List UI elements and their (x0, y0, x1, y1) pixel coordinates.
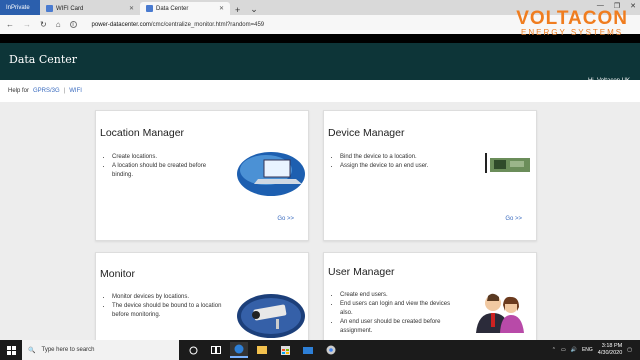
list-item: The device should be bound to a location… (112, 302, 227, 320)
separator: | (63, 88, 66, 94)
card-list: Create end users. End users can login an… (340, 291, 460, 336)
forward-icon[interactable]: → (23, 20, 31, 29)
device-illustration (485, 153, 530, 173)
back-icon[interactable]: ← (6, 20, 14, 29)
list-item: A location should be created before bind… (112, 162, 227, 180)
page-icon (146, 5, 153, 12)
list-item: End users can login and view the devices… (340, 300, 460, 318)
url-path: /cmc/centralize_monitor.html?random=459 (150, 21, 265, 28)
card-list: Create locations. A location should be c… (112, 153, 227, 180)
card-list: Bind the device to a location. Assign th… (340, 153, 470, 171)
edge-browser-icon[interactable] (230, 342, 248, 358)
help-bar: Help for GPRS/3G | WIFI (0, 80, 640, 102)
list-item: Create end users. (340, 291, 460, 300)
language-indicator[interactable]: ENG (582, 347, 593, 353)
list-item: Create locations. (112, 153, 227, 162)
inprivate-tab[interactable]: InPrivate (0, 0, 40, 15)
page-icon (46, 5, 53, 12)
list-item: Monitor devices by locations. (112, 293, 227, 302)
task-view-icon[interactable] (207, 342, 225, 358)
cortana-icon[interactable] (184, 342, 202, 358)
time: 3:18 PM (601, 343, 623, 349)
users-icon (476, 293, 524, 333)
inprivate-label: InPrivate (6, 4, 30, 11)
volume-icon[interactable]: 🔊 (571, 347, 577, 353)
help-link-gprs[interactable]: GPRS/3G (33, 88, 60, 94)
tab-label: WIFI Card (56, 5, 84, 12)
list-item: An end user should be created before ass… (340, 318, 460, 336)
card-title: Device Manager (328, 127, 405, 139)
logo-name: VOLTACON (516, 8, 628, 29)
card-title: Location Manager (100, 127, 185, 139)
list-item: Assign the device to an end user. (340, 162, 470, 171)
clock[interactable]: 3:18 PM 4/30/2020 (598, 343, 622, 357)
card-title: Monitor (100, 268, 136, 280)
camera-illustration (237, 294, 305, 338)
taskbar-search-input[interactable]: 🔍 Type here to search (22, 340, 179, 360)
tab-wifi-card[interactable]: WIFI Card ✕ (40, 2, 140, 15)
list-item: Bind the device to a location. (340, 153, 470, 162)
device-manager-card: Device Manager Bind the device to a loca… (323, 110, 537, 241)
notification-icon[interactable]: ▢ (627, 347, 632, 353)
tab-label: Data Center (156, 5, 189, 12)
laptop-illustration (237, 152, 305, 196)
file-explorer-icon[interactable] (253, 342, 271, 358)
chevron-down-icon[interactable]: ⌄ (245, 4, 263, 15)
windows-taskbar: 🔍 Type here to search ⌃ ▭ 🔊 ENG 3:18 PM … (0, 340, 640, 360)
help-prefix: Help for (8, 88, 30, 94)
page-title: Data Center (9, 53, 78, 66)
site-header: Data Center Hi, Voltacon UK (0, 34, 640, 84)
info-icon[interactable]: i (69, 21, 77, 28)
monitor-card: Monitor Monitor devices by locations. Th… (95, 252, 309, 340)
mail-icon[interactable] (299, 342, 317, 358)
go-button[interactable]: Go >> (277, 216, 294, 222)
close-icon[interactable]: ✕ (219, 5, 224, 12)
chrome-icon[interactable] (322, 342, 340, 358)
windows-icon (6, 345, 16, 355)
date: 4/30/2020 (597, 350, 623, 356)
new-tab-icon[interactable]: + (230, 5, 245, 15)
location-manager-card: Location Manager Create locations. A loc… (95, 110, 309, 241)
help-link-wifi[interactable]: WIFI (69, 88, 82, 94)
store-icon[interactable] (276, 342, 294, 358)
close-window-icon[interactable]: ✕ (630, 2, 636, 10)
close-icon[interactable]: ✕ (129, 5, 134, 12)
chevron-up-icon[interactable]: ⌃ (552, 347, 556, 353)
search-icon: 🔍 (28, 347, 36, 354)
search-placeholder: Type here to search (41, 347, 95, 353)
go-button[interactable]: Go >> (505, 216, 522, 222)
home-icon[interactable]: ⌂ (56, 20, 61, 29)
main-content: Location Manager Create locations. A loc… (0, 102, 640, 340)
user-manager-card: User Manager Create end users. End users… (323, 252, 537, 340)
refresh-icon[interactable]: ↻ (40, 20, 47, 29)
tab-data-center[interactable]: Data Center ✕ (140, 2, 230, 15)
start-button[interactable] (0, 340, 22, 360)
logo-tagline: ENERGY SYSTEMS (521, 28, 624, 37)
url-host: power-datacenter.com (91, 21, 151, 28)
voltacon-logo: VOLTACON ENERGY SYSTEMS (516, 8, 628, 37)
card-title: User Manager (328, 266, 395, 278)
system-tray: ⌃ ▭ 🔊 ENG 3:18 PM 4/30/2020 ▢ (552, 343, 640, 357)
card-list: Monitor devices by locations. The device… (112, 293, 227, 320)
network-icon[interactable]: ▭ (561, 347, 566, 353)
url-field[interactable]: power-datacenter.com/cmc/centralize_moni… (92, 22, 265, 28)
